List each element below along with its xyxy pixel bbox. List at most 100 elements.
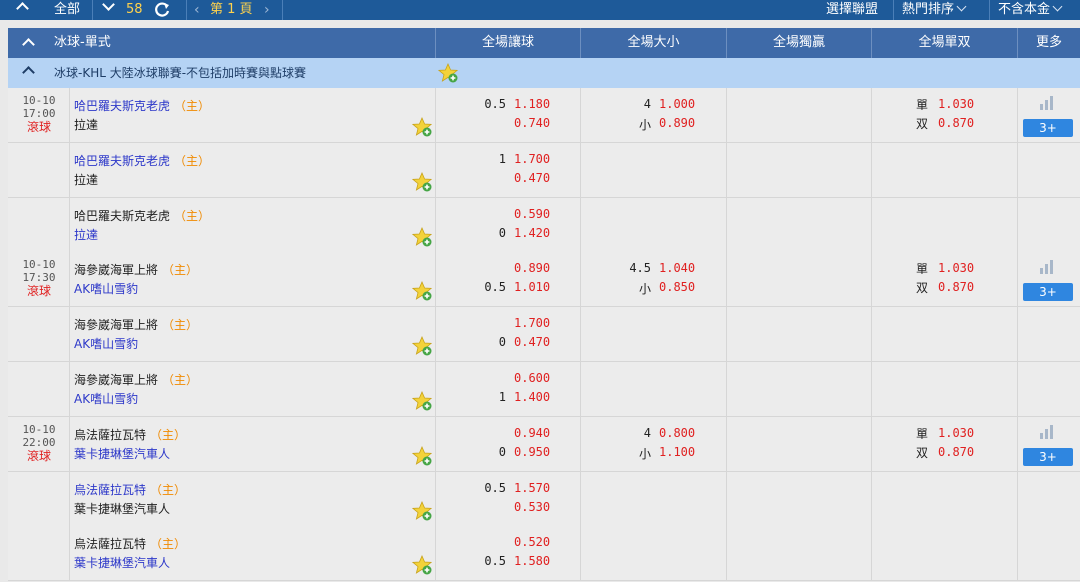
away-team[interactable]: 葉卡捷琳堡汽車人 [74, 445, 170, 462]
hot-sort-dropdown[interactable]: 熱門排序 [902, 0, 967, 20]
home-team[interactable]: 哈巴羅夫斯克老虎 （主） [74, 97, 210, 114]
match-time: 17:30 [22, 271, 56, 284]
expand-all-icon[interactable] [102, 0, 115, 20]
home-team[interactable]: 海參崴海軍上將 （主） [74, 316, 198, 333]
league-row[interactable]: 冰球-KHL 大陸冰球聯賽-不包括加時賽與點球賽 [8, 58, 1080, 88]
away-team[interactable]: 葉卡捷琳堡汽車人 [74, 554, 170, 571]
over-odds[interactable]: 1.040 [659, 261, 695, 275]
favorite-star-icon[interactable] [411, 335, 433, 356]
home-team[interactable]: 海參崴海軍上將 （主） [74, 371, 198, 388]
toolbar-divider [893, 0, 894, 20]
toolbar-divider [186, 0, 187, 20]
home-team[interactable]: 哈巴羅夫斯克老虎 （主） [74, 207, 210, 224]
home-team-name: 哈巴羅夫斯克老虎 [74, 99, 171, 113]
over-odds[interactable]: 1.000 [659, 97, 695, 111]
handicap-odds-home[interactable]: 0.590 [514, 207, 550, 221]
refresh-icon[interactable] [153, 0, 171, 20]
away-team[interactable]: 拉達 [74, 226, 98, 243]
home-team-name: 烏法薩拉瓦特 [74, 483, 147, 497]
collapse-sport-icon[interactable] [22, 38, 35, 51]
select-league-button[interactable]: 選擇聯盟 [826, 0, 878, 20]
odds-type-dropdown[interactable]: 不含本金 [998, 0, 1063, 20]
home-team[interactable]: 烏法薩拉瓦特 （主） [74, 481, 186, 498]
under-odds[interactable]: 0.850 [659, 280, 695, 294]
handicap-odds-away[interactable]: 0.470 [514, 171, 550, 185]
hot-sort-label: 熱門排序 [902, 2, 955, 17]
match-count: 58 [126, 2, 143, 17]
handicap-odds-away[interactable]: 0.740 [514, 116, 550, 130]
next-page-icon[interactable]: › [264, 0, 270, 20]
stats-icon[interactable] [1040, 425, 1056, 439]
favorite-star-icon[interactable] [411, 554, 433, 575]
stats-bar [1045, 264, 1048, 274]
odd-even-cell: 單 1.030 双 0.870 [872, 252, 1018, 307]
even-odds[interactable]: 0.870 [938, 116, 974, 130]
favorite-star-icon[interactable] [411, 500, 433, 521]
filter-all-button[interactable]: 全部 [54, 0, 80, 20]
away-team[interactable]: 拉達 [74, 171, 98, 188]
table-row: 哈巴羅夫斯克老虎 （主） 拉達 1 1.700 0.470 [8, 143, 1080, 198]
prev-page-icon[interactable]: ‹ [194, 0, 200, 20]
handicap-odds-home[interactable]: 0.520 [514, 535, 550, 549]
even-odds[interactable]: 0.870 [938, 280, 974, 294]
more-markets-button[interactable]: 3+ [1023, 448, 1073, 466]
away-team[interactable]: 拉達 [74, 116, 98, 133]
more-cell [1018, 526, 1080, 581]
home-team[interactable]: 烏法薩拉瓦特 （主） [74, 426, 186, 443]
handicap-odds-home[interactable]: 0.600 [514, 371, 550, 385]
handicap-odds-home[interactable]: 1.180 [514, 97, 550, 111]
time-cell [8, 198, 70, 253]
under-odds[interactable]: 0.890 [659, 116, 695, 130]
favorite-star-icon[interactable] [411, 226, 433, 247]
odd-odds[interactable]: 1.030 [938, 426, 974, 440]
home-team[interactable]: 烏法薩拉瓦特 （主） [74, 535, 186, 552]
over-under-cell [581, 472, 727, 527]
table-row: 10-10 17:00 滾球 哈巴羅夫斯克老虎 （主） 拉達 0.5 1.180 0.740 4 1… [8, 88, 1080, 143]
more-markets-button[interactable]: 3+ [1023, 119, 1073, 137]
under-odds[interactable]: 1.100 [659, 445, 695, 459]
more-markets-button[interactable]: 3+ [1023, 283, 1073, 301]
handicap-odds-away[interactable]: 1.580 [514, 554, 550, 568]
favorite-star-icon[interactable] [411, 280, 433, 301]
handicap-odds-home[interactable]: 1.570 [514, 481, 550, 495]
stats-bar [1040, 433, 1043, 439]
over-under-cell: 4.5 1.040 小 0.850 [581, 252, 727, 307]
over-odds[interactable]: 0.800 [659, 426, 695, 440]
favorite-star-icon[interactable] [411, 171, 433, 192]
favorite-star-icon[interactable] [411, 445, 433, 466]
stats-icon[interactable] [1040, 260, 1056, 274]
stats-icon[interactable] [1040, 96, 1056, 110]
handicap-odds-away[interactable]: 1.400 [514, 390, 550, 404]
handicap-odds-away[interactable]: 1.420 [514, 226, 550, 240]
handicap-odds-away[interactable]: 0.470 [514, 335, 550, 349]
moneyline-cell [727, 143, 872, 198]
handicap-odds-home[interactable]: 1.700 [514, 316, 550, 330]
even-label: 双 [916, 446, 929, 460]
handicap-odds-away[interactable]: 0.530 [514, 500, 550, 514]
odd-odds[interactable]: 1.030 [938, 261, 974, 275]
odd-odds[interactable]: 1.030 [938, 97, 974, 111]
handicap-odds-home[interactable]: 1.700 [514, 152, 550, 166]
even-odds[interactable]: 0.870 [938, 445, 974, 459]
away-team[interactable]: AK嗜山雪豹 [74, 390, 138, 407]
moneyline-cell [727, 417, 872, 472]
sport-header: 冰球-單式 [8, 28, 436, 58]
away-team[interactable]: AK嗜山雪豹 [74, 335, 138, 352]
teams-cell: 哈巴羅夫斯克老虎 （主） 拉達 [70, 198, 436, 253]
favorite-star-icon[interactable] [437, 62, 459, 83]
home-team[interactable]: 哈巴羅夫斯克老虎 （主） [74, 152, 210, 169]
away-team[interactable]: 葉卡捷琳堡汽車人 [74, 500, 170, 517]
page-indicator[interactable]: 第 1 頁 [210, 0, 253, 20]
collapse-all-icon[interactable] [16, 2, 29, 15]
handicap-odds-home[interactable]: 0.890 [514, 261, 550, 275]
home-team[interactable]: 海參崴海軍上將 （主） [74, 261, 198, 278]
favorite-star-icon[interactable] [411, 390, 433, 411]
teams-cell: 海參崴海軍上將 （主） AK嗜山雪豹 [70, 362, 436, 417]
favorite-star-icon[interactable] [411, 116, 433, 137]
handicap-odds-home[interactable]: 0.940 [514, 426, 550, 440]
handicap-odds-away[interactable]: 1.010 [514, 280, 550, 294]
handicap-odds-away[interactable]: 0.950 [514, 445, 550, 459]
time-cell: 10-10 17:00 滾球 [8, 88, 70, 143]
home-team-name: 海參崴海軍上將 [74, 318, 159, 332]
away-team[interactable]: AK嗜山雪豹 [74, 280, 138, 297]
